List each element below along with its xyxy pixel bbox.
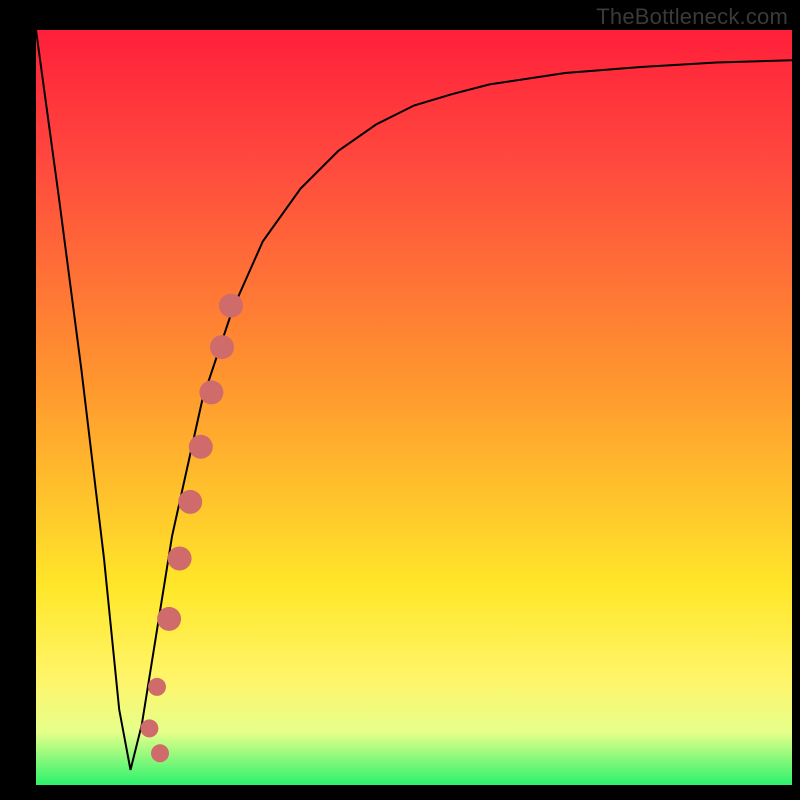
watermark-label: TheBottleneck.com [596, 4, 788, 30]
bottleneck-dot [140, 719, 158, 737]
bottleneck-dot [219, 294, 243, 318]
bottleneck-dot [157, 607, 181, 631]
bottleneck-dot [151, 744, 169, 762]
bottleneck-dot [178, 490, 202, 514]
bottleneck-dot [189, 435, 213, 459]
bottleneck-dot [148, 678, 166, 696]
bottleneck-dot [199, 380, 223, 404]
chart-stage: TheBottleneck.com [0, 0, 800, 800]
chart-svg [0, 0, 800, 800]
bottleneck-dot [210, 335, 234, 359]
bottleneck-dot [168, 547, 192, 571]
